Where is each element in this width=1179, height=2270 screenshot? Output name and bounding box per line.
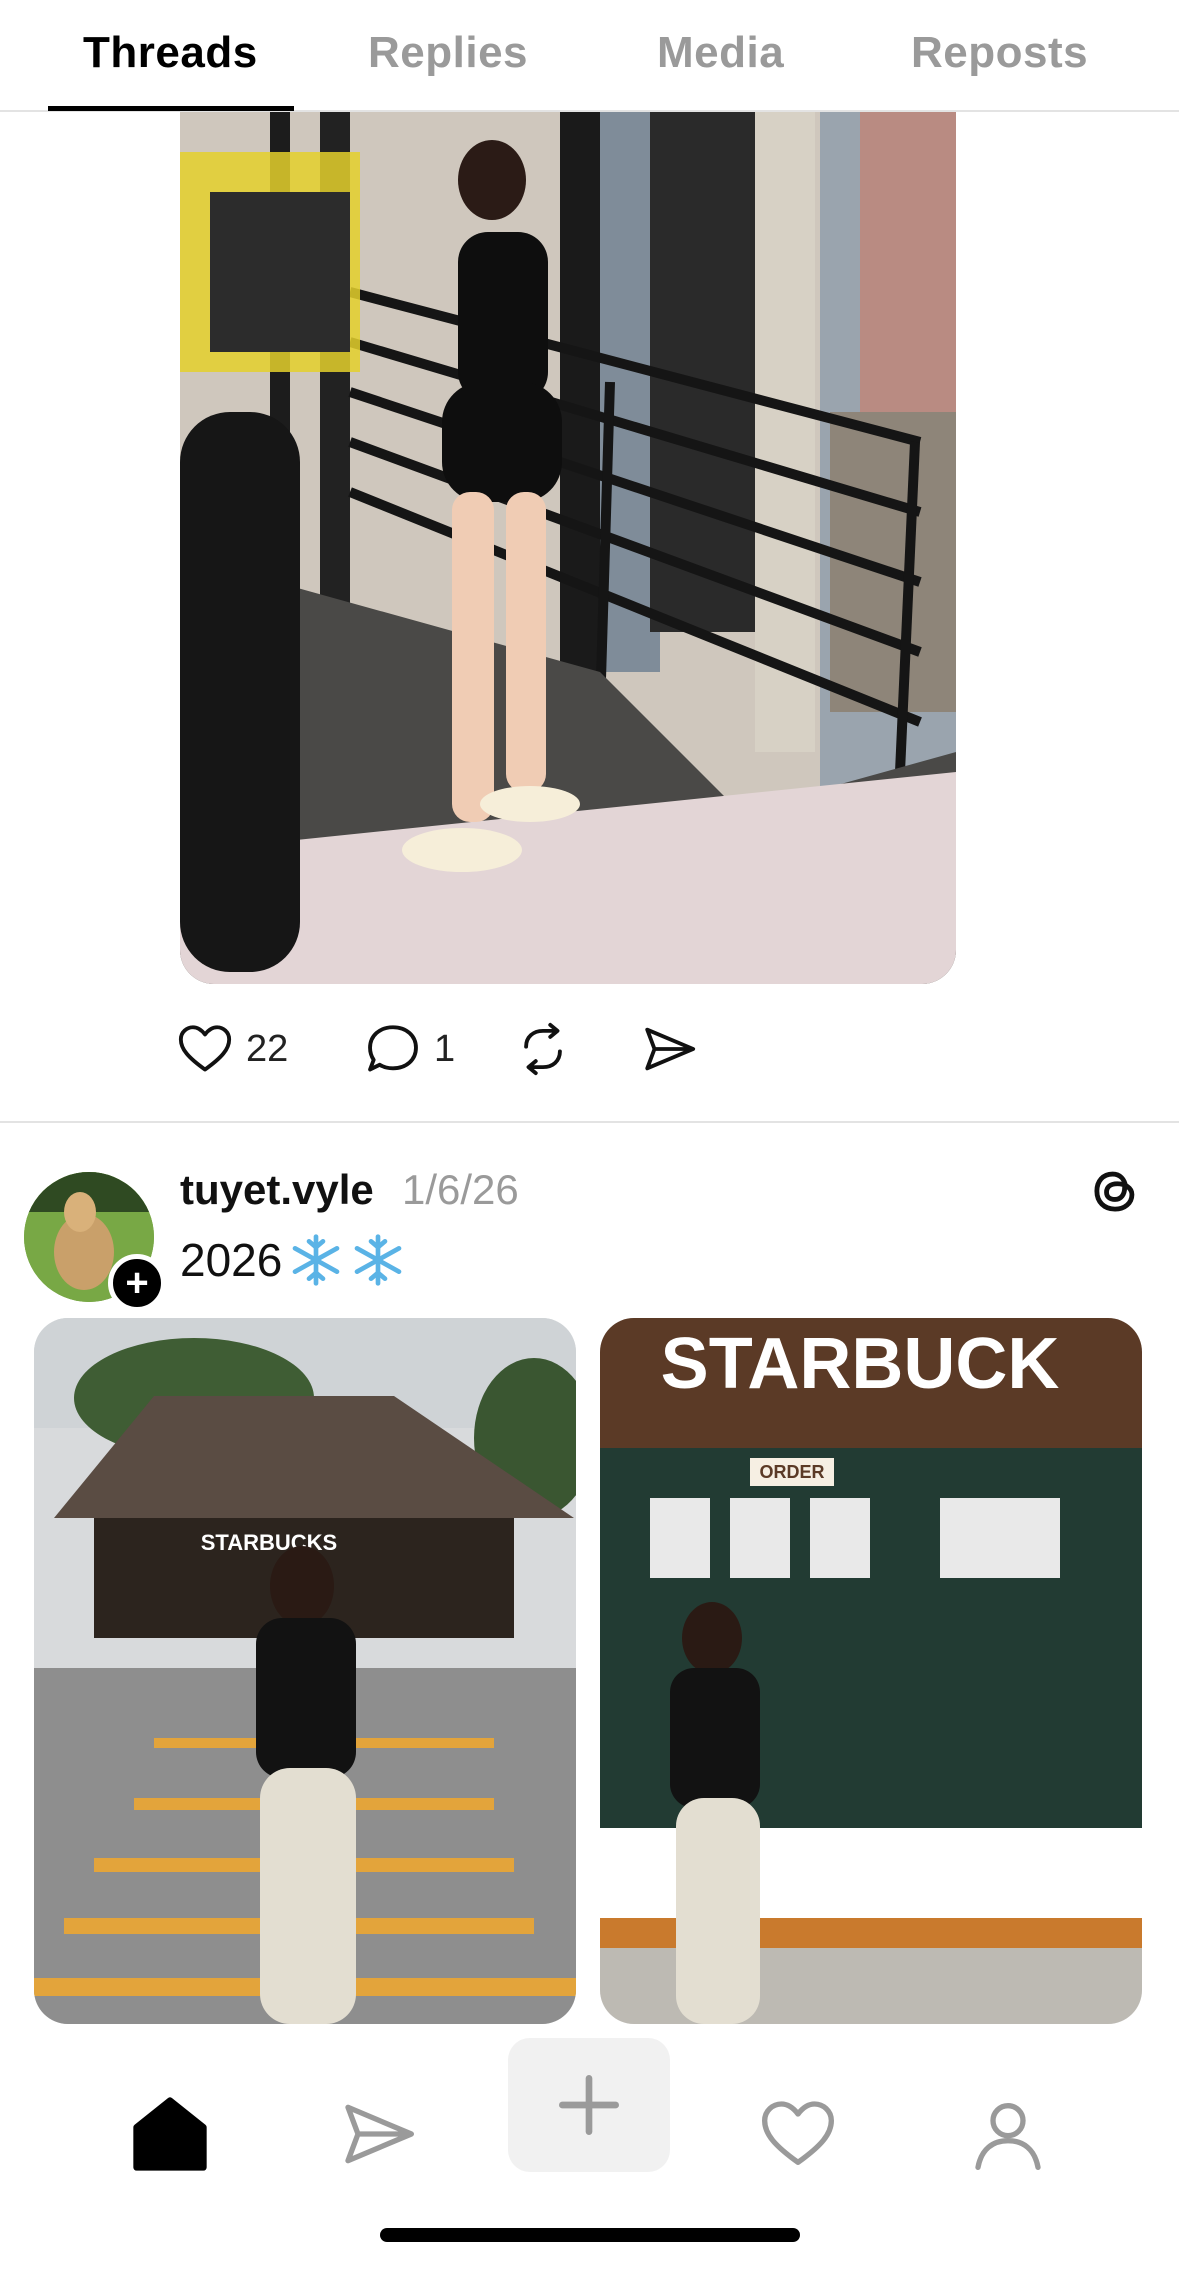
profile-tabs: Threads Replies Media Reposts bbox=[0, 0, 1179, 112]
starbucks-counter-photo: STARBUCK ORDER bbox=[600, 1318, 1142, 2024]
repost-icon bbox=[524, 1022, 562, 1076]
send-icon bbox=[645, 1027, 696, 1071]
follow-plus-button[interactable]: + bbox=[108, 1254, 166, 1312]
share-button[interactable] bbox=[640, 1020, 698, 1078]
like-count: 22 bbox=[246, 1027, 289, 1070]
tab-threads[interactable]: Threads bbox=[83, 28, 258, 78]
heart-icon bbox=[178, 1025, 232, 1072]
post-image-starbucks-outdoor[interactable]: STARBUCKS bbox=[34, 1318, 576, 2024]
order-sign: ORDER bbox=[759, 1462, 824, 1482]
heart-icon[interactable] bbox=[758, 2094, 838, 2174]
like-button[interactable]: 22 bbox=[176, 1020, 288, 1078]
reply-button[interactable]: 1 bbox=[364, 1020, 455, 1078]
repost-button[interactable] bbox=[514, 1020, 572, 1078]
tab-replies[interactable]: Replies bbox=[368, 28, 528, 78]
snowflake-icon bbox=[293, 1234, 340, 1286]
home-icon[interactable] bbox=[130, 2094, 210, 2174]
post-text-content: 2026 bbox=[180, 1234, 283, 1286]
post-text: 2026 bbox=[180, 1232, 406, 1288]
profile-icon[interactable] bbox=[968, 2094, 1048, 2174]
comment-icon bbox=[368, 1025, 418, 1072]
starbucks-outdoor-photo: STARBUCKS bbox=[34, 1318, 576, 2024]
reply-count: 1 bbox=[434, 1027, 456, 1070]
post-image-starbucks-counter[interactable]: STARBUCK ORDER bbox=[600, 1318, 1142, 2024]
compose-button[interactable] bbox=[508, 2038, 670, 2172]
gym-photo bbox=[180, 112, 956, 984]
home-indicator[interactable] bbox=[380, 2228, 800, 2242]
post-image-gym[interactable] bbox=[180, 112, 956, 984]
active-tab-indicator bbox=[48, 106, 294, 111]
starbucks-counter-sign: STARBUCK bbox=[661, 1324, 1060, 1404]
tab-reposts[interactable]: Reposts bbox=[911, 28, 1088, 78]
snowflake-icon bbox=[355, 1234, 402, 1286]
post-date: 1/6/26 bbox=[402, 1166, 519, 1213]
post-username[interactable]: tuyet.vyle bbox=[180, 1166, 374, 1214]
compose-icon bbox=[559, 2075, 619, 2135]
threads-logo-icon[interactable] bbox=[1086, 1162, 1144, 1220]
tab-media[interactable]: Media bbox=[657, 28, 784, 78]
send-icon[interactable] bbox=[338, 2094, 418, 2174]
post-divider bbox=[0, 1121, 1179, 1123]
